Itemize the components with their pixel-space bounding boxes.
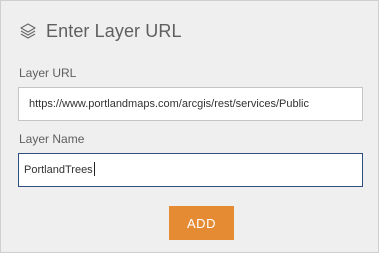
text-caret [93, 162, 95, 177]
layer-url-value: https://www.portlandmaps.com/arcgis/rest… [29, 98, 309, 110]
layer-name-label: Layer Name [19, 132, 85, 146]
layer-url-label: Layer URL [19, 66, 77, 80]
layer-url-input[interactable]: https://www.portlandmaps.com/arcgis/rest… [18, 87, 363, 121]
panel-header: Enter Layer URL [19, 19, 182, 43]
layer-name-value: PortlandTrees [24, 164, 93, 176]
enter-layer-url-panel: Enter Layer URL Layer URL https://www.po… [0, 0, 379, 253]
add-button[interactable]: ADD [169, 206, 234, 240]
layer-name-input[interactable]: PortlandTrees [18, 153, 363, 187]
layers-icon [19, 22, 37, 40]
panel-title: Enter Layer URL [46, 20, 182, 41]
